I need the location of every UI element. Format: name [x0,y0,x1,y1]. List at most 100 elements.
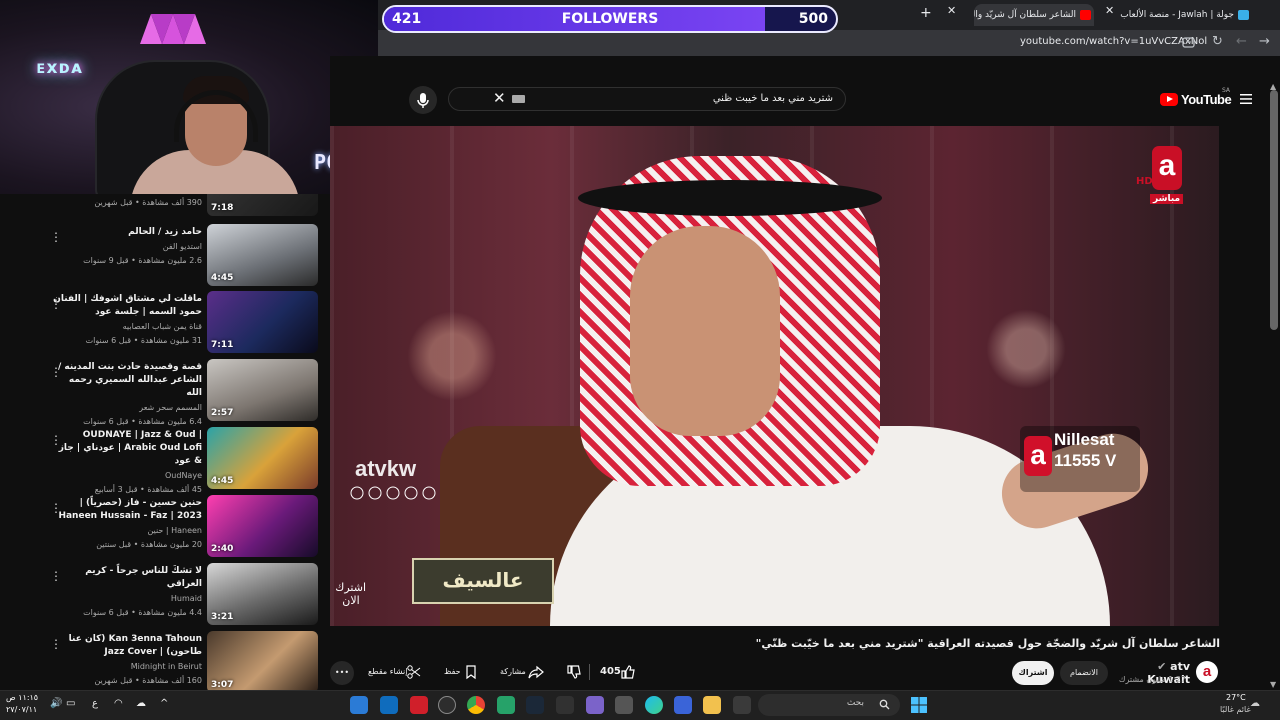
join-button[interactable]: الانضمام [1060,661,1108,685]
tab-jawlah[interactable]: جولة | Jawlah - منصة الألعاب الت [1120,4,1252,26]
more-options-icon[interactable]: ⋮ [50,637,62,651]
tab-favicon-icon [1238,10,1249,20]
file-explorer-icon[interactable] [703,696,721,714]
app-icon-1[interactable] [350,696,368,714]
hd-label: HD [1136,176,1153,187]
list-item[interactable]: 7:11 ماقلت لي مشتاق اشوفك | الفنان حمود … [0,291,330,355]
search-query: شتريد مني بعد ما خيبت ظني [712,93,833,104]
keyboard-icon[interactable] [512,95,525,103]
obs-icon[interactable] [438,696,456,714]
tab-youtube-active[interactable]: الشاعر سلطان آل شريّد والضجّة [974,4,1094,26]
weather-temperature[interactable]: 27°C [1226,693,1246,702]
clock-time[interactable]: ١١:١٥ ص [6,693,38,702]
clock-date[interactable]: ٢٧/٠٧/١١ [6,705,37,714]
steam-icon[interactable] [526,696,544,714]
youtube-logo[interactable]: YouTube SA [1160,87,1232,109]
app-icon-ms[interactable] [674,696,692,714]
list-item[interactable]: 3:07 Kan 3enna Tahoun (كان عنا طاحون) | … [0,631,330,690]
recommended-list: 7:18 390 ألف مشاهدة • قبل شهرين 4:45 حام… [0,194,330,690]
more-options-icon[interactable]: ⋮ [50,230,62,244]
more-options-icon[interactable]: ⋮ [50,297,62,311]
followers-goal-bar: 421 FOLLOWERS 500 [382,5,838,33]
youtube-wordmark: YouTube [1181,92,1232,107]
share-label[interactable]: مشاركة [500,667,526,676]
program-name: عالسيف [442,568,524,592]
guest-face [630,226,780,436]
video-title: حامد زيد / الحالم [128,227,202,237]
channel-name: المسمم سحر شعر [139,403,202,412]
program-banner: عالسيف [412,558,554,604]
close-tab-icon[interactable]: ✕ [947,4,956,17]
more-options-icon[interactable]: ⋮ [50,569,62,583]
youtube-play-icon [1160,93,1178,106]
adobe-icon[interactable] [410,696,428,714]
app-icon-grid[interactable] [615,696,633,714]
channel-avatar[interactable]: a [1196,661,1218,683]
edge-icon[interactable] [645,696,663,714]
forward-icon[interactable]: ← [1236,34,1247,49]
chrome-icon[interactable] [467,696,485,714]
share-icon[interactable] [528,664,544,680]
clear-search-icon[interactable]: ✕ [493,89,506,107]
windows-start-icon[interactable] [910,696,928,714]
more-actions-button[interactable]: ••• [330,661,354,685]
search-input[interactable]: شتريد مني بعد ما خيبت ظني [448,87,846,111]
weather-icon[interactable]: ☁ [1250,698,1260,709]
url-field[interactable]: youtube.com/watch?v=1uVvCZAxNol [1020,36,1207,47]
app-icon-green[interactable] [497,696,515,714]
language-icon[interactable]: ع [92,698,98,709]
save-label[interactable]: حفظ [444,667,461,676]
wifi-icon[interactable]: ◠ [114,698,123,709]
channel-name: Humaid [170,594,202,603]
page-scrollbar[interactable] [1270,90,1278,330]
onedrive-icon[interactable]: ☁ [136,698,146,709]
followers-label: FOLLOWERS [561,11,659,27]
reload-icon[interactable]: ↻ [1212,34,1223,49]
translate-icon[interactable] [1182,36,1195,49]
volume-icon[interactable]: 🔊 [50,698,62,709]
more-options-icon[interactable]: ⋮ [50,501,62,515]
list-item-text: قصة وقصيدة حادث بنت المدينه / الشاعر عبد… [52,361,202,428]
back-icon[interactable]: → [1259,34,1270,49]
list-item[interactable]: 3:21 لا تشكَ للناس جرحاً - كريم العراقي … [0,563,330,627]
list-item[interactable]: 4:45 OUDNAYE | Jazz & Oud | Arabic Oud L… [0,427,330,494]
epic-icon[interactable] [556,696,574,714]
video-title: الشاعر سلطان آل شريّد والضجّة حول قصيدته… [755,637,1220,650]
list-item-text: حامد زيد / الحالم استديو الفن 2.6 مليون … [52,226,202,267]
taskbar-search[interactable]: بحث [758,694,900,716]
scroll-up-icon[interactable]: ▲ [1270,82,1276,91]
list-item[interactable]: 4:45 حامد زيد / الحالم استديو الفن 2.6 م… [0,224,330,288]
task-view-icon[interactable] [733,696,751,714]
neon-sign: ᴇxᴅᴀ [36,58,84,78]
video-player[interactable]: atvkw اشترك الان عالسيف a Nillesat 11555… [330,126,1219,626]
more-options-icon[interactable]: ⋮ [50,365,62,379]
list-item[interactable]: 2:57 قصة وقصيدة حادث بنت المدينه / الشاع… [0,359,330,426]
battery-icon[interactable]: ▭ [66,698,75,709]
atv-small-logo: a [1024,436,1052,476]
voice-search-button[interactable] [409,86,437,114]
subscribe-now-overlay: اشترك الان [335,581,366,607]
clip-label[interactable]: إنشاء مقطع [368,667,407,676]
more-options-icon[interactable]: ⋮ [50,433,62,447]
list-item[interactable]: 2:40 حنين حسين - فاز (حصرياً) | 2023 | H… [0,495,330,559]
new-tab-button[interactable]: + [920,5,932,21]
close-tab-icon[interactable]: ✕ [1105,4,1114,17]
video-title: لا تشكَ للناس جرحاً - كريم العراقي [85,566,202,589]
app-icon-box[interactable] [586,696,604,714]
video-title: قصة وقصيدة حادث بنت المدينه / الشاعر عبد… [57,362,202,398]
list-item[interactable]: 7:18 390 ألف مشاهدة • قبل شهرين [0,194,330,218]
menu-icon[interactable] [1240,93,1252,105]
tray-overflow-icon[interactable]: ^ [160,698,168,709]
save-icon[interactable] [463,664,479,680]
list-item-text: Kan 3enna Tahoun (كان عنا طاحون) | Jazz … [52,633,202,687]
duration-badge: 2:40 [211,544,234,554]
list-item-text: OUDNAYE | Jazz & Oud | Arabic Oud Lofi |… [52,429,202,496]
dislike-icon[interactable] [566,664,582,680]
likes-count: 405 [600,666,621,677]
outlook-icon[interactable] [380,696,398,714]
weather-description[interactable]: غائم غالبًا [1220,705,1251,714]
like-icon[interactable] [620,664,636,680]
subscribe-button[interactable]: اشتراك [1012,661,1054,685]
scroll-down-icon[interactable]: ▼ [1270,680,1276,689]
clip-icon[interactable] [406,664,422,680]
